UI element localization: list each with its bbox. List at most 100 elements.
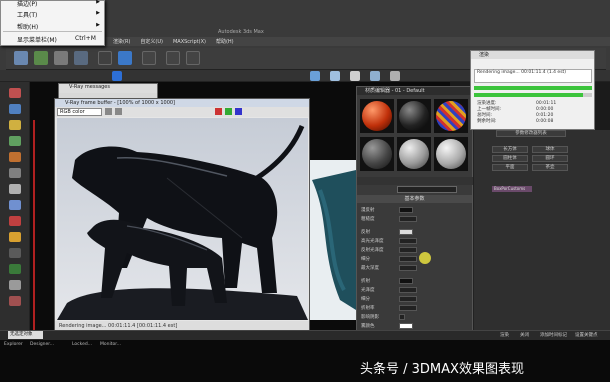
- param-row: 漫反射: [361, 207, 469, 213]
- value-spinner[interactable]: [399, 256, 417, 262]
- rendered-image: [57, 118, 308, 320]
- clear-icon[interactable]: [115, 108, 122, 115]
- material-slot[interactable]: [397, 137, 431, 171]
- taskbar-item[interactable]: Monitor...: [100, 342, 121, 347]
- param-label: 细分: [361, 297, 370, 302]
- material-slot[interactable]: [360, 99, 394, 133]
- object-button[interactable]: 平面: [492, 164, 528, 171]
- selected-object-item[interactable]: BoxPorCustoms: [492, 186, 532, 192]
- menu-item-show-menubar[interactable]: 显示菜单栏(M): [17, 35, 57, 44]
- tool-icon[interactable]: [9, 152, 21, 162]
- value-spinner[interactable]: [399, 247, 417, 253]
- move-tool-icon[interactable]: [34, 51, 48, 65]
- status-item[interactable]: 设置关键点: [575, 332, 598, 338]
- tool-icon[interactable]: [9, 88, 21, 98]
- tool-icon[interactable]: [9, 104, 21, 114]
- taskbar-item[interactable]: Designer...: [30, 342, 54, 347]
- stats-values: 00:01:11 0:00:00 0:01:20 0:00:08: [536, 101, 556, 125]
- status-item[interactable]: 添加时间标记: [540, 332, 567, 338]
- menu-item[interactable]: 自定义(U): [140, 38, 163, 45]
- render-icon[interactable]: [330, 71, 340, 81]
- scale-tool-icon[interactable]: [74, 51, 88, 65]
- material-sphere: [436, 101, 466, 131]
- context-menu[interactable]: 描边(P) ▶ 工具(T) ▶ 帮助(H) ▶ 显示菜单栏(M) Ctrl+M: [0, 0, 105, 46]
- material-slot[interactable]: [360, 137, 394, 171]
- menu-item-help[interactable]: 帮助(H): [17, 22, 38, 31]
- object-button[interactable]: 长方体: [492, 146, 528, 153]
- mirror-icon[interactable]: [166, 51, 180, 65]
- command-panel: 参数修改器列表 长方体 球体 圆柱体 圆环 平面 茶壶: [473, 130, 610, 335]
- material-slot[interactable]: [434, 99, 468, 133]
- material-name-field[interactable]: [397, 186, 457, 193]
- red-channel-icon[interactable]: [215, 108, 222, 115]
- param-label: 高光光泽度: [361, 239, 384, 244]
- menu-item-tools[interactable]: 工具(T): [17, 10, 37, 19]
- status-item[interactable]: 渲染: [500, 332, 509, 338]
- tool-icon[interactable]: [9, 280, 21, 290]
- material-slot[interactable]: [397, 99, 431, 133]
- snap-icon[interactable]: [142, 51, 156, 65]
- tool-icon[interactable]: [9, 200, 21, 210]
- link-icon[interactable]: [98, 51, 112, 65]
- vray-framebuffer[interactable]: V-Ray frame buffer - [100% of 1000 x 100…: [54, 98, 310, 331]
- tool-icon[interactable]: [9, 264, 21, 274]
- param-label: 粗糙度: [361, 217, 375, 222]
- menu-item[interactable]: 渲染(R): [113, 38, 130, 45]
- stat-value: 0:00:08: [536, 119, 554, 124]
- tool-icon[interactable]: [9, 168, 21, 178]
- value-spinner[interactable]: [399, 296, 417, 302]
- value-spinner[interactable]: [399, 305, 417, 311]
- render-progress-window[interactable]: 渲染 Rendering image... 00:01:11.4 (1.4 es…: [470, 50, 595, 130]
- select-tool-icon[interactable]: [14, 51, 28, 65]
- color-swatch[interactable]: [399, 229, 413, 235]
- checkbox[interactable]: [399, 314, 405, 320]
- color-swatch[interactable]: [399, 278, 413, 284]
- material-slot[interactable]: [434, 137, 468, 171]
- tool-icon[interactable]: [9, 184, 21, 194]
- material-editor-icon[interactable]: [350, 71, 360, 81]
- tool-icon[interactable]: [9, 136, 21, 146]
- menu-item[interactable]: 帮助(H): [216, 38, 234, 45]
- submenu-arrow-icon: ▶: [96, 0, 100, 5]
- object-button[interactable]: 球体: [532, 146, 568, 153]
- submenu-arrow-icon: ▶: [96, 22, 100, 28]
- modifier-list-dropdown[interactable]: 参数修改器列表: [496, 130, 566, 137]
- param-label: 影响阴影: [361, 315, 379, 320]
- green-channel-icon[interactable]: [225, 108, 232, 115]
- tool-icon[interactable]: [9, 296, 21, 306]
- object-button[interactable]: 圆柱体: [492, 155, 528, 162]
- environment-icon[interactable]: [390, 71, 400, 81]
- channel-select[interactable]: RGB color: [57, 108, 102, 116]
- tool-icon[interactable]: [9, 216, 21, 226]
- app-menubar: 渲染(R) 自定义(U) MAXScript(X) 帮助(H): [105, 37, 610, 46]
- align-icon[interactable]: [186, 51, 200, 65]
- param-row: 最大深度: [361, 265, 469, 271]
- tool-icon[interactable]: [9, 248, 21, 258]
- menu-item[interactable]: MAXScript(X): [173, 39, 206, 45]
- value-spinner[interactable]: [399, 287, 417, 293]
- tool-icon[interactable]: [9, 120, 21, 130]
- teapot-icon[interactable]: [370, 71, 380, 81]
- rotate-tool-icon[interactable]: [54, 51, 68, 65]
- bind-icon[interactable]: [118, 51, 132, 65]
- save-icon[interactable]: [105, 108, 112, 115]
- status-item[interactable]: 关闭: [520, 332, 529, 338]
- window-title: V-Ray messages: [59, 84, 157, 93]
- taskbar-item[interactable]: Explorer: [4, 342, 23, 347]
- framebuffer-toolbar: RGB color: [55, 107, 309, 117]
- material-editor[interactable]: 材质编辑器 - 01 - Default 基本参数 漫反射 粗糙度 反射 高光光…: [356, 86, 474, 348]
- value-spinner[interactable]: [399, 238, 417, 244]
- object-button[interactable]: 茶壶: [532, 164, 568, 171]
- tool-icon[interactable]: [9, 232, 21, 242]
- taskbar-item[interactable]: Locked...: [72, 342, 92, 347]
- param-label: 细分: [361, 257, 370, 262]
- value-spinner[interactable]: [399, 216, 417, 222]
- color-swatch[interactable]: [399, 323, 413, 329]
- menu-item-render[interactable]: 描边(P): [17, 0, 37, 8]
- object-button[interactable]: 圆环: [532, 155, 568, 162]
- value-spinner[interactable]: [399, 265, 417, 271]
- blue-channel-icon[interactable]: [235, 108, 242, 115]
- render-setup-icon[interactable]: [112, 71, 122, 81]
- color-swatch[interactable]: [399, 207, 413, 213]
- render-frame-icon[interactable]: [310, 71, 320, 81]
